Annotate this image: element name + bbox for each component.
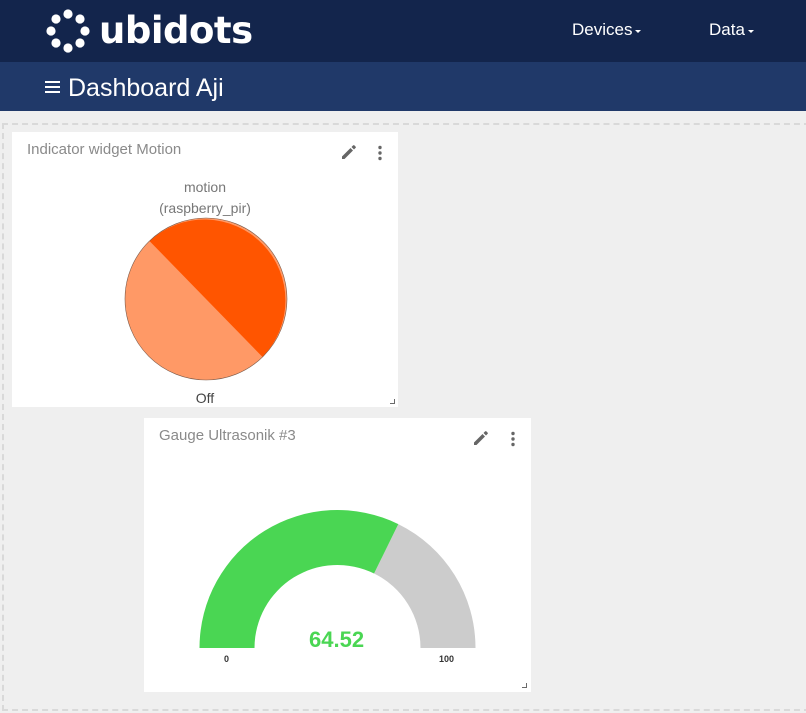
logo-text: ubidots — [99, 9, 253, 52]
nav-devices-dropdown[interactable]: Devices — [572, 20, 642, 40]
nav-data-label: Data — [709, 20, 745, 39]
widget-title: Indicator widget Motion — [27, 141, 182, 158]
gauge-value: 64.52 — [309, 627, 365, 652]
nav-devices-label: Devices — [572, 20, 633, 39]
caret-down-icon — [747, 29, 754, 33]
indicator-state-label: Off — [195, 390, 215, 406]
hamburger-menu-icon[interactable] — [45, 81, 60, 93]
ubidots-logo[interactable]: ubidots — [46, 9, 253, 53]
gauge-min-label: 0 — [224, 654, 230, 664]
gauge-track — [374, 524, 476, 648]
logo-dots-icon — [46, 9, 90, 53]
indicator-widget[interactable]: Indicator widget Motion motion (raspberr… — [12, 132, 398, 407]
indicator-variable-label: motion — [183, 179, 227, 195]
kebab-menu-icon[interactable] — [377, 145, 383, 161]
resize-handle-icon[interactable] — [390, 399, 395, 404]
top-navbar: ubidots Devices Data — [0, 0, 806, 62]
gauge-fill-arc — [199, 510, 399, 648]
resize-handle-icon[interactable] — [522, 683, 527, 688]
gauge-widget[interactable]: Gauge Ultrasonik #3 64.52 0 100 — [144, 418, 531, 692]
indicator-pie — [124, 217, 288, 381]
nav-data-dropdown[interactable]: Data — [709, 20, 754, 40]
indicator-device-label: (raspberry_pir) — [159, 200, 251, 216]
gauge-max-label: 100 — [439, 654, 455, 664]
caret-down-icon — [635, 29, 642, 33]
pencil-icon[interactable] — [340, 143, 358, 161]
dashboard-title: Dashboard Aji — [68, 74, 224, 102]
